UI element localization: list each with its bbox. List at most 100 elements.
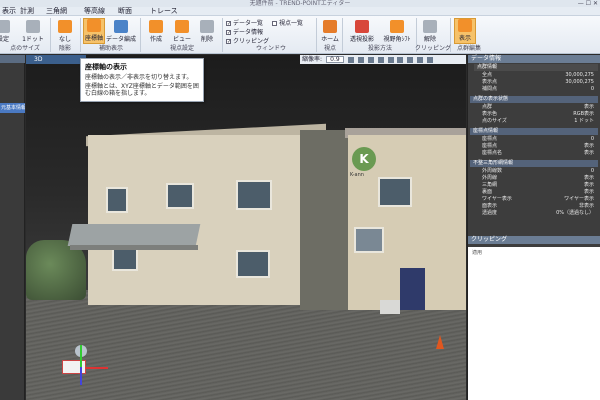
info-row: 座標点 表示 [482, 143, 594, 149]
clipping-panel-title: クリッピング [468, 236, 600, 244]
menu-bar: 表示 計測 三角網 等高線 断面 トレース [0, 7, 600, 16]
group-shading: 陰影 [58, 45, 71, 52]
building-main [88, 135, 318, 305]
group-projection: 投影方法 [367, 45, 392, 52]
display-icon [458, 19, 472, 32]
view-button[interactable]: ビュー [172, 20, 192, 43]
zoom-label: 縮像率: [302, 56, 323, 63]
window [236, 180, 272, 210]
entrance-canopy [67, 224, 201, 246]
ac-unit [380, 300, 400, 314]
window [166, 183, 194, 209]
group-pointcloud-edit: 点群編集 [456, 45, 481, 52]
shading-none-button[interactable]: なし [56, 20, 74, 43]
tooltip-line2: 座標軸とは、XYZ座標軸とデータ範囲を囲む白線の箱を指します。 [85, 83, 199, 97]
section-header[interactable]: 点群の表示状態 [470, 96, 598, 103]
data-info-checkbox[interactable]: ✓ データ情報 [226, 27, 263, 36]
rotate-icon[interactable] [367, 56, 374, 63]
section-header[interactable]: 座標点情報 [470, 128, 598, 135]
settings-button[interactable]: 設定 [0, 20, 10, 43]
tooltip-line1: 座標軸の表示／非表示を切り替えます。 [85, 74, 193, 81]
menu-section[interactable]: 断面 [118, 7, 132, 16]
menu-trace[interactable]: トレース [150, 7, 178, 16]
canopy-front [70, 245, 198, 250]
section-header[interactable]: 点群情報 [474, 64, 598, 71]
menu-triangle-net[interactable]: 三角網 [46, 7, 67, 16]
settings-icon [0, 20, 10, 33]
group-viewpoint: 視点 [323, 45, 336, 52]
company-logo-caption: K-ann [350, 172, 364, 178]
group-clipping: クリッピング [414, 45, 451, 52]
info-row: 透過度 0%（透過なし） [482, 210, 594, 216]
info-row: 表示色 RGB表示 [482, 111, 594, 117]
building-stairwell [300, 130, 350, 310]
zoom-in-icon[interactable] [347, 56, 354, 63]
group-viewpoint-settings: 視点設定 [169, 45, 194, 52]
delete-view-button[interactable]: 削除 [198, 20, 216, 43]
info-row: ワイヤー表示 ワイヤー表示 [482, 196, 594, 202]
info-row: 座標点 0 [482, 136, 594, 142]
fit-icon[interactable] [387, 56, 394, 63]
company-logo: K [352, 147, 376, 171]
reset-icon[interactable] [427, 56, 434, 63]
viewport-toolbar: 縮像率: 0.9 [300, 55, 466, 64]
fov-shift-button[interactable]: 視野角ｼﾌﾄ [382, 20, 412, 43]
group-aux-display: 補助表示 [98, 45, 123, 52]
window [236, 250, 270, 278]
pointcloud-display-button[interactable]: 表示 [454, 18, 476, 44]
clipping-apply-item[interactable]: 適用 [472, 249, 482, 256]
window [106, 187, 128, 213]
viewpoint-list-checkbox[interactable]: 視点一覧 [272, 18, 303, 27]
window [112, 247, 138, 271]
clip-release-button[interactable]: 解除 [420, 20, 440, 43]
x-axis-icon [86, 367, 108, 369]
zoom-out-icon[interactable] [357, 56, 364, 63]
tooltip-title: 座標軸の表示 [85, 63, 127, 71]
tab-3d[interactable]: 3D [26, 55, 86, 64]
perspective-button[interactable]: 透視投影 [346, 20, 378, 43]
data-info-panel-title: データ情報 [468, 55, 600, 63]
top-view-icon[interactable] [397, 56, 404, 63]
front-view-icon[interactable] [407, 56, 414, 63]
info-row: 点のサイズ 1 ドット [482, 118, 594, 124]
y-axis-icon [80, 345, 82, 367]
info-row: 補間点 0 [482, 86, 594, 92]
home-button[interactable]: ホーム [320, 20, 340, 43]
create-view-button[interactable]: 作成 [146, 20, 166, 43]
menu-view[interactable]: 表示 [2, 7, 16, 16]
pan-icon[interactable] [377, 56, 384, 63]
vending-machine [400, 268, 425, 310]
info-row: 外周線 表示 [482, 175, 594, 181]
check-icon: ✓ [226, 30, 232, 36]
section-header[interactable]: 不整三角形網情報 [470, 160, 598, 167]
info-row: 三角網 表示 [482, 182, 594, 188]
dot-icon [26, 20, 40, 33]
data-list-checkbox[interactable]: ✓ データ一覧 [226, 18, 263, 27]
home-icon [323, 20, 337, 33]
frame-icon [114, 20, 128, 33]
axis-box-icon [62, 360, 86, 374]
info-row: 座標点名 表示 [482, 150, 594, 156]
window-controls[interactable]: — ☐ ✕ [578, 0, 598, 7]
view-icon [175, 20, 189, 33]
data-frame-button[interactable]: データ編成 [106, 20, 136, 43]
shade-icon [58, 20, 72, 33]
zoom-input[interactable]: 0.9 [325, 56, 344, 63]
menu-contour[interactable]: 等高線 [84, 7, 105, 16]
window-title: 无題件前 - TREND-POINTエディター [0, 0, 600, 7]
check-icon: ✓ [226, 21, 232, 27]
info-row: 外周線数 0 [482, 168, 594, 174]
perspective-icon [355, 20, 369, 33]
axis-icon [87, 19, 101, 32]
menu-measure[interactable]: 計測 [20, 7, 34, 16]
info-row: 裏面 表示 [482, 189, 594, 195]
window [354, 227, 384, 253]
tree-item[interactable]: 元基本情報 [0, 103, 25, 113]
left-panel-header [0, 55, 25, 63]
point-size-button[interactable]: 1ドット [22, 20, 44, 43]
info-row: 面表示 非表示 [482, 203, 594, 209]
group-window: ウィンドウ [255, 45, 286, 52]
side-view-icon[interactable] [417, 56, 424, 63]
axis-display-button[interactable]: 座標軸 [83, 18, 105, 44]
window [378, 177, 412, 207]
